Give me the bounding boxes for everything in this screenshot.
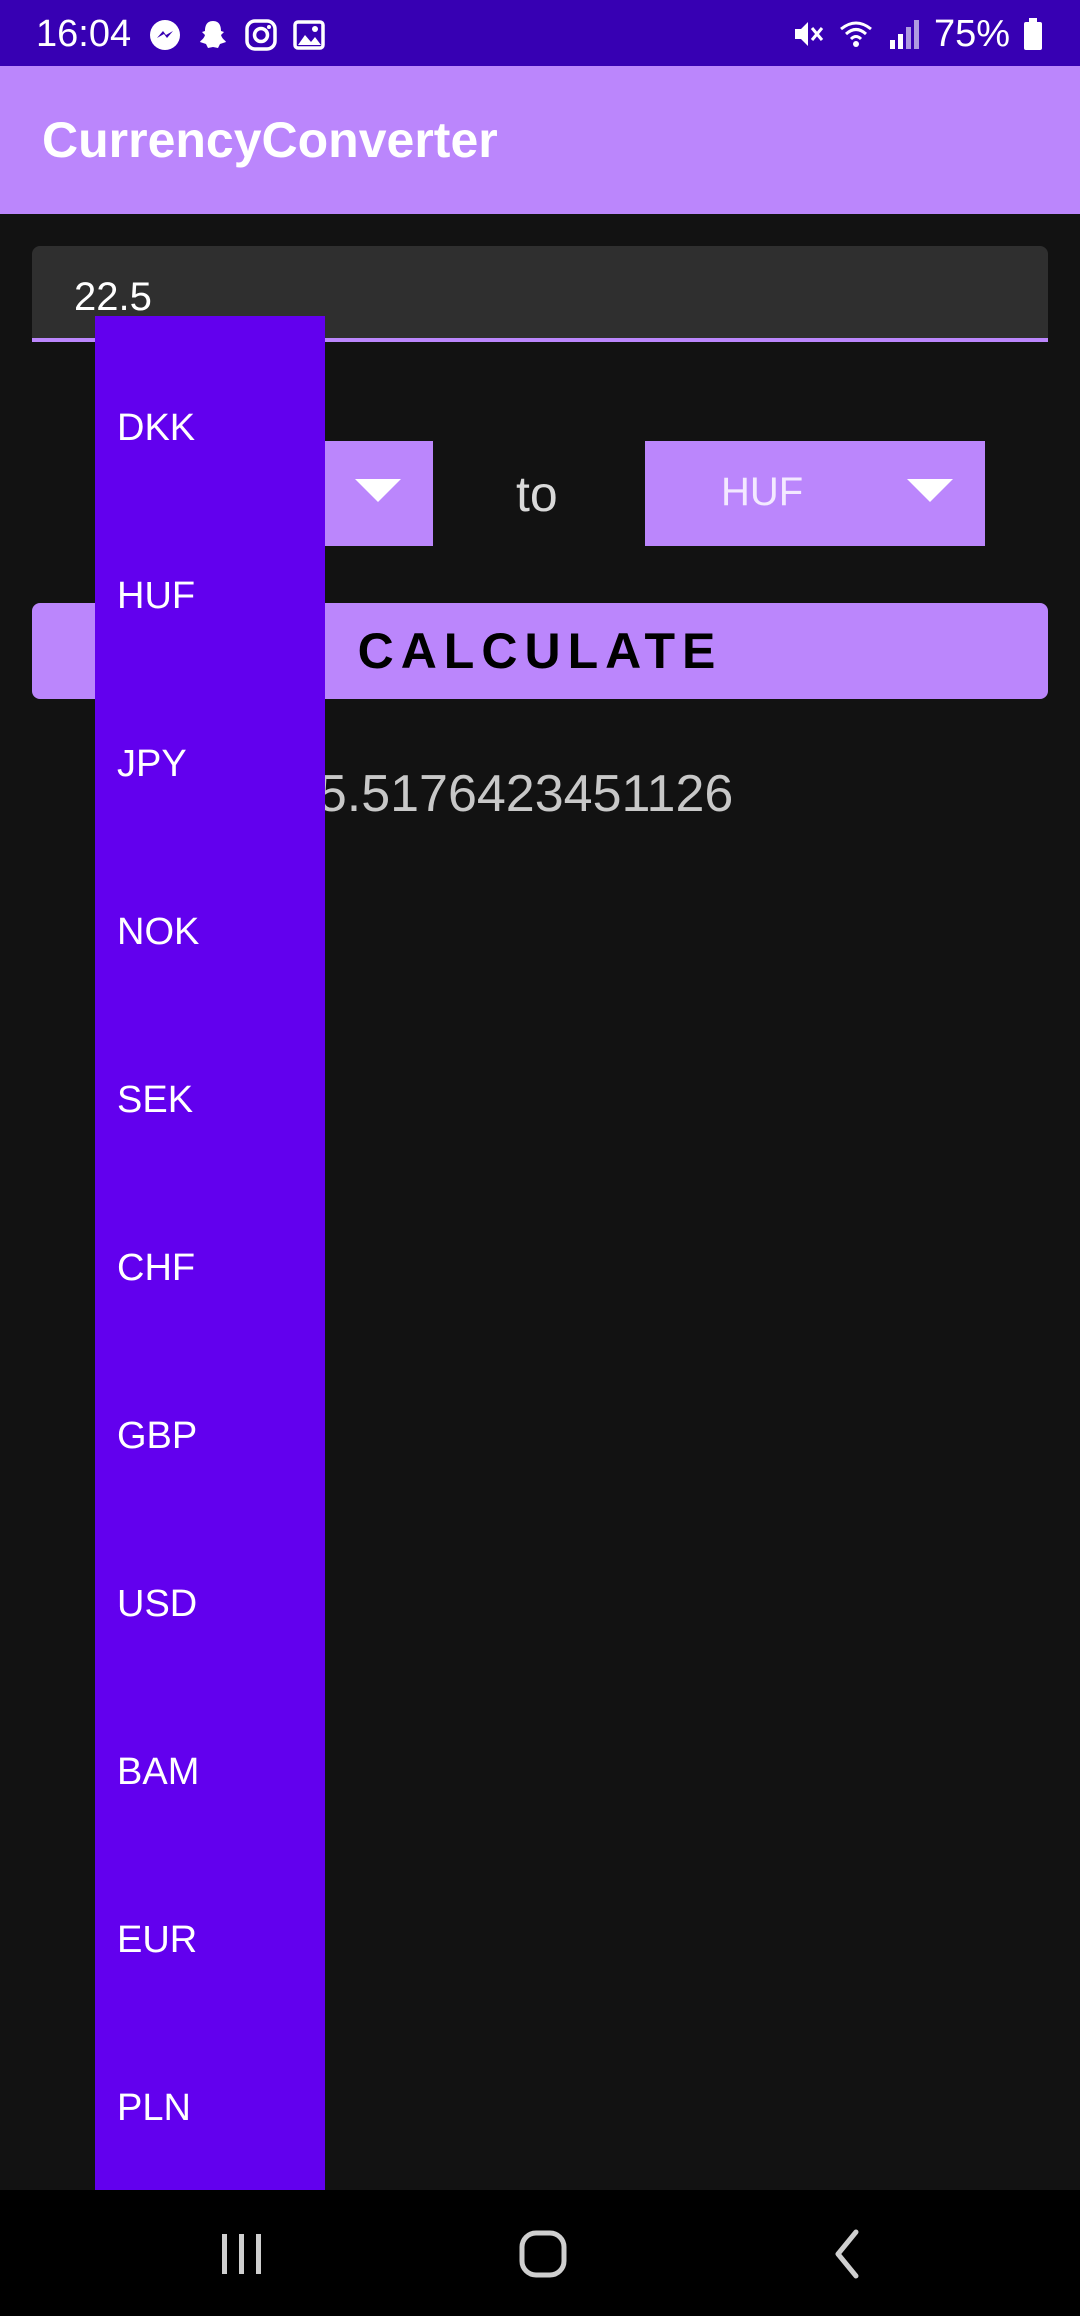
notification-icons [148, 18, 326, 52]
amount-value: 22.5 [74, 275, 152, 319]
battery-icon [1022, 16, 1044, 52]
back-icon[interactable] [818, 2224, 878, 2284]
dropdown-item-eur[interactable]: EUR [117, 1918, 317, 1962]
chevron-down-icon [907, 479, 953, 502]
dropdown-item-pln[interactable]: PLN [117, 2086, 317, 2130]
currency-dropdown: DKK HUF JPY NOK SEK CHF GBP USD BAM EUR … [95, 316, 325, 2190]
status-bar: 16:04 75% [0, 0, 1080, 66]
to-currency-spinner[interactable]: HUF [645, 441, 985, 546]
gallery-icon [292, 18, 326, 52]
navigation-bar [0, 2190, 1080, 2316]
battery-percent: 75% [933, 13, 1010, 55]
instagram-icon [244, 18, 278, 52]
app-bar: CurrencyConverter [0, 66, 1080, 214]
to-label: to [516, 466, 558, 522]
dropdown-item-nok[interactable]: NOK [117, 910, 317, 954]
dropdown-item-sek[interactable]: SEK [117, 1078, 317, 1122]
app-title: CurrencyConverter [42, 112, 498, 168]
dropdown-item-dkk[interactable]: DKK [117, 406, 317, 450]
messenger-icon [148, 18, 182, 52]
dropdown-item-bam[interactable]: BAM [117, 1750, 317, 1794]
dropdown-item-usd[interactable]: USD [117, 1582, 317, 1626]
to-currency-value: HUF [721, 470, 804, 514]
dropdown-item-gbp[interactable]: GBP [117, 1414, 317, 1458]
dropdown-item-jpy[interactable]: JPY [117, 742, 317, 786]
system-status-icons: 75% [790, 14, 1044, 54]
status-time: 16:04 [36, 13, 132, 55]
home-icon[interactable] [513, 2224, 573, 2284]
snapchat-icon [196, 18, 230, 52]
result-value: 105.5176423451126 [260, 765, 734, 823]
chevron-down-icon [355, 479, 401, 502]
wifi-icon [838, 16, 874, 52]
signal-icon [886, 16, 922, 52]
recent-apps-icon[interactable] [212, 2224, 272, 2284]
screen: 16:04 75% CurrencyConverter 22.5 to HUF … [0, 0, 1080, 2316]
dropdown-item-chf[interactable]: CHF [117, 1246, 317, 1290]
mute-icon [790, 16, 826, 52]
dropdown-item-huf[interactable]: HUF [117, 574, 317, 618]
